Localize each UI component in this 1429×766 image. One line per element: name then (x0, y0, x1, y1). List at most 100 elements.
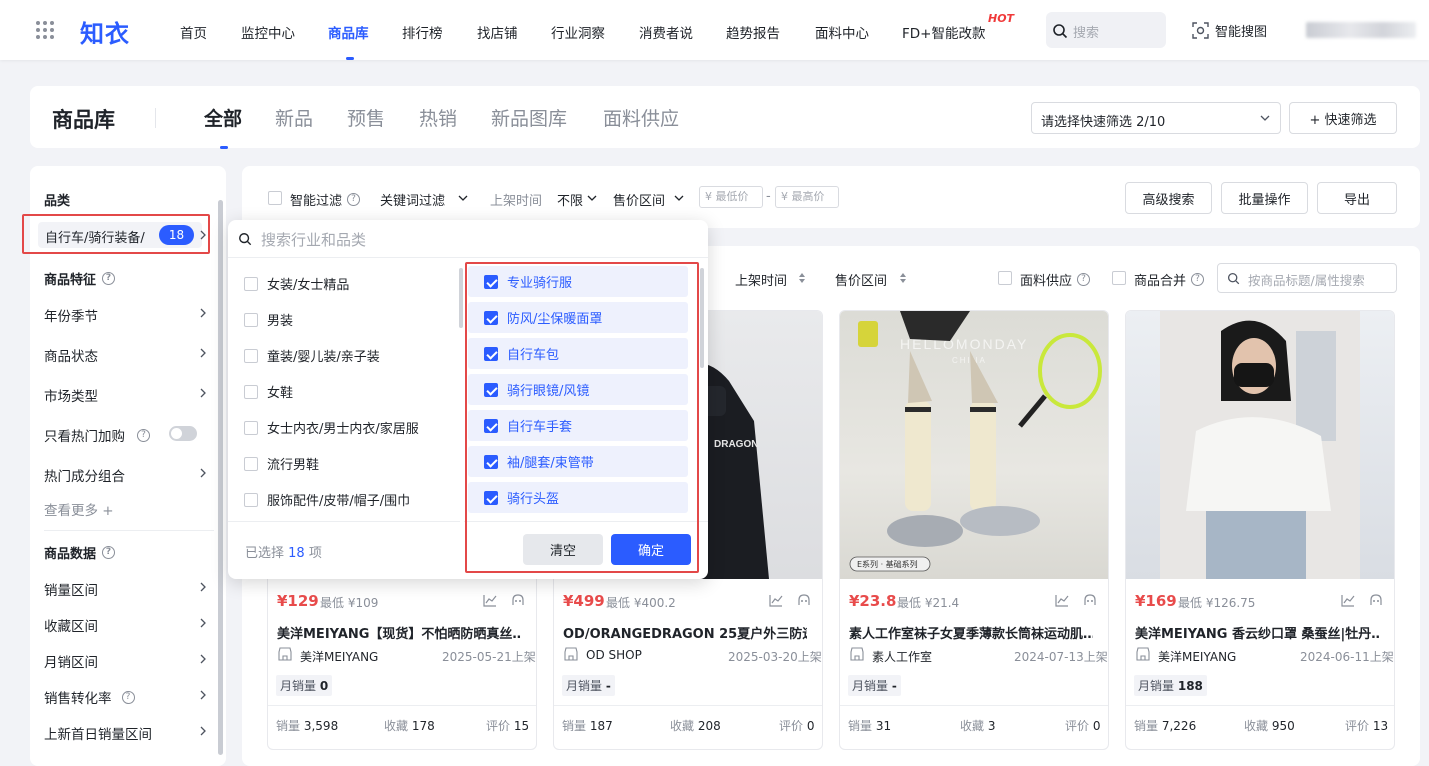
sales-stat: 销量 7,226 (1134, 717, 1196, 734)
chevron-down-icon (1260, 115, 1270, 121)
help-icon[interactable]: ? (1077, 273, 1091, 286)
trend-chart-icon[interactable] (769, 594, 783, 607)
nav-monitor[interactable]: 监控中心 (241, 22, 295, 42)
sidebar-item-fav-range[interactable]: 收藏区间 (44, 615, 98, 635)
nav-find-shop[interactable]: 找店铺 (477, 22, 518, 42)
help-icon[interactable]: ? (121, 690, 135, 704)
app-grid-icon[interactable] (36, 21, 54, 39)
industry-scrollbar[interactable] (459, 268, 463, 328)
sort-listing-time[interactable]: 上架时间 (735, 270, 787, 289)
nav-home[interactable]: 首页 (180, 22, 207, 42)
industry-option[interactable]: 女鞋 (244, 382, 293, 401)
industry-option[interactable]: 女士内衣/男士内衣/家居服 (244, 418, 419, 437)
help-icon[interactable]: ? (102, 546, 116, 559)
industry-checkbox[interactable] (244, 420, 258, 435)
listing-time-dropdown[interactable]: 不限 (557, 190, 583, 209)
fabric-supply-checkbox[interactable] (998, 271, 1012, 285)
help-icon[interactable]: ? (347, 193, 361, 206)
global-search[interactable]: 搜索 (1046, 12, 1166, 48)
industry-option[interactable]: 男装 (244, 310, 293, 329)
trend-chart-icon[interactable] (1341, 594, 1355, 607)
user-account[interactable] (1306, 22, 1416, 38)
trend-chart-icon[interactable] (483, 594, 497, 607)
chevron-right-icon (200, 308, 206, 318)
ai-assistant-icon[interactable] (510, 593, 526, 607)
product-title[interactable]: 美洋MEIYANG【现货】不怕晒防晒真丝… (277, 623, 521, 642)
chevron-down-icon (587, 195, 597, 201)
nav-product-library[interactable]: 商品库 (328, 22, 369, 42)
sidebar-item-year-season[interactable]: 年份季节 (44, 305, 98, 325)
logo[interactable]: 知衣 (80, 14, 130, 49)
industry-checkbox[interactable] (244, 492, 258, 507)
trend-chart-icon[interactable] (1055, 594, 1069, 607)
help-icon[interactable]: ? (102, 272, 116, 285)
image-search-button[interactable]: 智能搜图 (1192, 21, 1267, 40)
industry-checkbox[interactable] (244, 384, 258, 399)
quick-filter-select[interactable]: 请选择快速筛选 2/10 (1031, 102, 1281, 134)
smart-filter-checkbox[interactable] (268, 191, 282, 205)
industry-option[interactable]: 童装/婴儿装/亲子装 (244, 346, 380, 365)
price-range-dropdown[interactable]: 售价区间 (613, 190, 665, 209)
product-image[interactable] (1126, 311, 1394, 579)
hot-cart-toggle[interactable] (169, 426, 197, 441)
merge-products-checkbox[interactable] (1112, 271, 1126, 285)
monthly-sales-value: 188 (1177, 679, 1203, 693)
keyword-filter-dropdown[interactable]: 关键词过滤 (380, 190, 445, 209)
tab-all[interactable]: 全部 (204, 104, 242, 131)
help-icon[interactable]: ? (1191, 273, 1205, 286)
tab-fabric-supply[interactable]: 面料供应 (603, 104, 679, 131)
industry-checkbox[interactable] (244, 456, 258, 471)
sort-price-range[interactable]: 售价区间 (835, 270, 887, 289)
tab-new[interactable]: 新品 (275, 104, 313, 131)
tab-hot[interactable]: 热销 (419, 104, 457, 131)
advanced-search-button[interactable]: 高级搜索 (1125, 182, 1212, 214)
nav-ranking[interactable]: 排行榜 (402, 22, 443, 42)
nav-fabric-center[interactable]: 面料中心 (815, 22, 869, 42)
subcategory-scrollbar[interactable] (700, 268, 704, 368)
batch-operations-button[interactable]: 批量操作 (1221, 182, 1308, 214)
sidebar-item-conversion[interactable]: 销售转化率? (44, 687, 135, 707)
sidebar-item-market-type[interactable]: 市场类型 (44, 385, 98, 405)
fav-value: 3 (987, 719, 996, 733)
min-price-input[interactable]: ¥ 最低价 (699, 186, 763, 208)
ai-assistant-icon[interactable] (1082, 593, 1098, 607)
product-search-input[interactable]: 按商品标题/属性搜索 (1217, 263, 1397, 293)
product-shop[interactable]: OD SHOP (586, 648, 642, 662)
max-price-input[interactable]: ¥ 最高价 (775, 186, 839, 208)
export-button[interactable]: 导出 (1317, 182, 1397, 214)
sidebar-item-first-day-sales[interactable]: 上新首日销量区间 (44, 723, 152, 743)
tab-presale[interactable]: 预售 (347, 104, 385, 131)
sidebar-scrollbar[interactable] (218, 200, 223, 755)
industry-checkbox[interactable] (244, 276, 258, 291)
product-title[interactable]: OD/ORANGEDRAGON 25夏户外三防速… (563, 623, 807, 642)
product-price: ¥499 (563, 592, 605, 610)
tab-new-gallery[interactable]: 新品图库 (491, 104, 567, 131)
product-image[interactable]: HELLOMONDAY CHINA E系列 · 基础系列 (840, 311, 1108, 579)
nav-industry-insight[interactable]: 行业洞察 (551, 22, 605, 42)
nav-consumer[interactable]: 消费者说 (639, 22, 693, 42)
ai-assistant-icon[interactable] (796, 593, 812, 607)
fav-stat: 收藏 3 (960, 717, 995, 734)
product-title[interactable]: 美洋MEIYANG 香云纱口罩 桑蚕丝|牡丹… (1135, 623, 1379, 642)
industry-option[interactable]: 流行男鞋 (244, 454, 319, 473)
product-shop[interactable]: 美洋MEIYANG (1158, 648, 1236, 665)
add-quick-filter-button[interactable]: + 快速筛选 (1289, 102, 1397, 134)
sidebar-item-sales-range[interactable]: 销量区间 (44, 579, 98, 599)
category-search-input[interactable]: 搜索行业和品类 (228, 220, 708, 258)
industry-option[interactable]: 女装/女士精品 (244, 274, 349, 293)
industry-option[interactable]: 服饰配件/皮带/帽子/围巾 (244, 490, 410, 509)
help-icon[interactable]: ? (137, 428, 150, 442)
nav-trend-report[interactable]: 趋势报告 (726, 22, 780, 42)
industry-checkbox[interactable] (244, 348, 258, 363)
industry-checkbox[interactable] (244, 312, 258, 327)
sidebar-item-hot-composition[interactable]: 热门成分组合 (44, 465, 125, 485)
product-title[interactable]: 素人工作室袜子女夏季薄款长筒袜运动肌… (849, 623, 1093, 642)
sidebar-item-product-status[interactable]: 商品状态 (44, 345, 98, 365)
nav-fd-smart[interactable]: FD+智能改款 (902, 22, 985, 42)
fav-label: 收藏 (960, 719, 985, 733)
ai-assistant-icon[interactable] (1368, 593, 1384, 607)
sidebar-item-monthly-sales[interactable]: 月销区间 (44, 651, 98, 671)
see-more-link[interactable]: 查看更多 + (44, 499, 114, 519)
product-shop[interactable]: 素人工作室 (872, 648, 932, 665)
product-shop[interactable]: 美洋MEIYANG (300, 648, 378, 665)
